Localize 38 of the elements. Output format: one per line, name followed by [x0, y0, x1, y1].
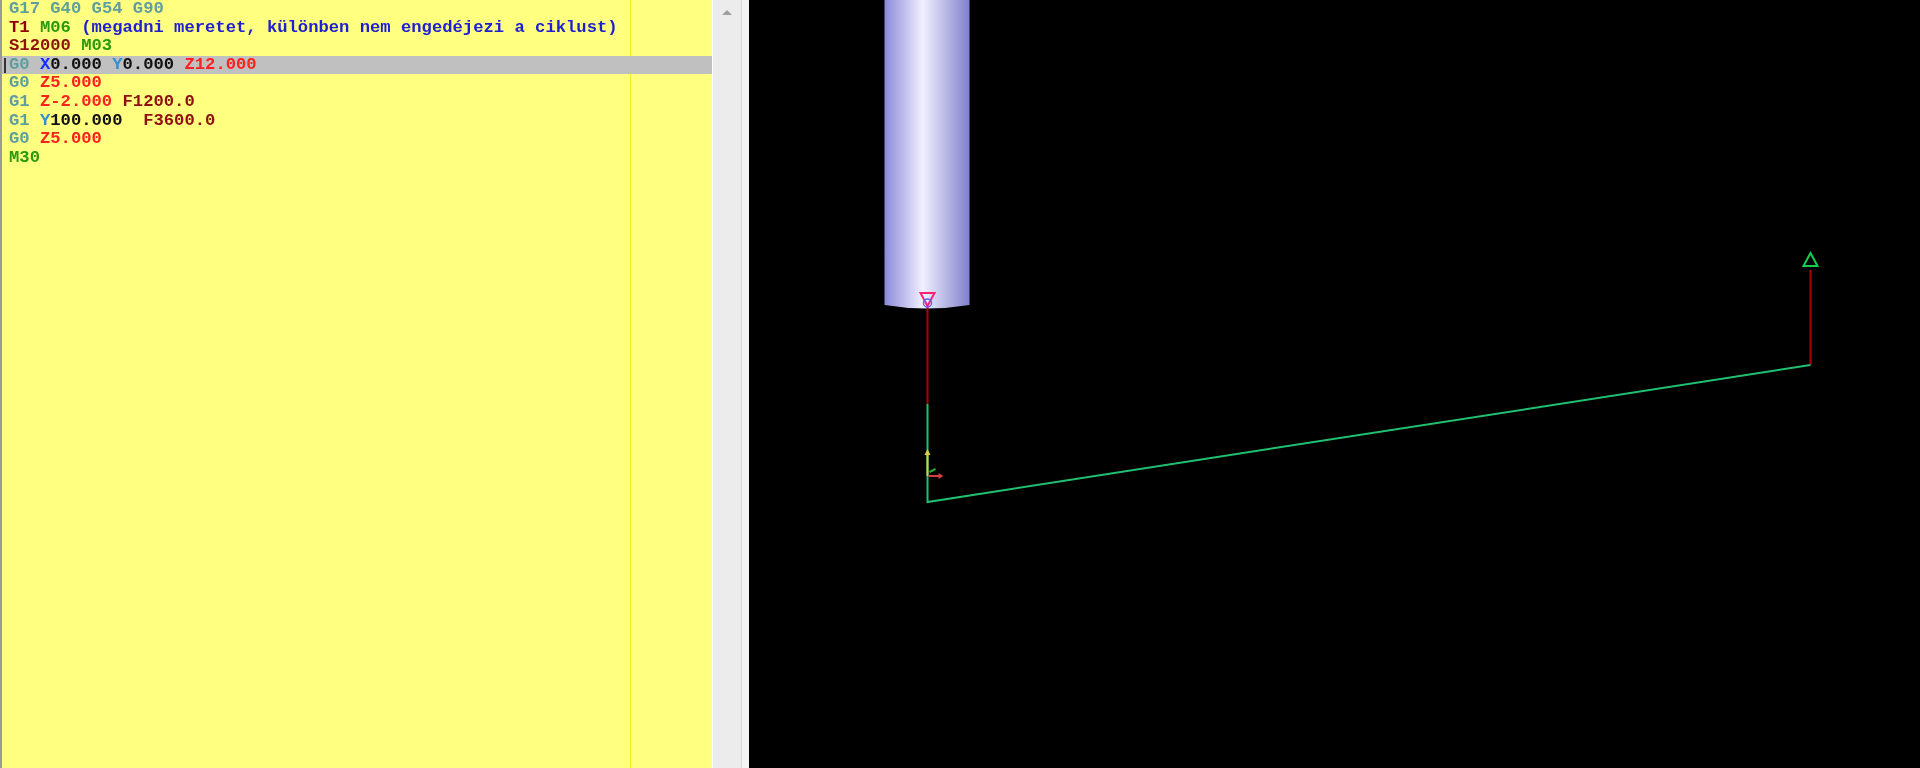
- text-cursor: [4, 57, 6, 73]
- code-token: Y100.000: [39, 110, 124, 130]
- code-token: G1: [9, 91, 30, 111]
- code-token: G54: [91, 0, 123, 18]
- code-token: Y0.000: [112, 54, 175, 74]
- code-line[interactable]: T1 M06 (megadni meretet, különben nem engedéjezi a ciklust): [2, 18, 712, 38]
- code-line[interactable]: G1 Y100.000 F3600.0: [2, 111, 712, 131]
- code-line[interactable]: G0 Z5.000: [2, 130, 712, 149]
- axis-triad-icon: [924, 449, 944, 479]
- panel-splitter[interactable]: [741, 0, 749, 768]
- code-token: Z12.000: [184, 54, 257, 74]
- code-token: T1: [9, 17, 30, 37]
- code-token: M03: [81, 36, 113, 56]
- tool-position-marker: [918, 292, 937, 309]
- code-token: M30: [9, 147, 40, 167]
- end-point-triangle-icon: [1801, 250, 1820, 267]
- code-token: Z5.000: [39, 129, 102, 149]
- code-token: Z5.000: [39, 73, 102, 93]
- code-token: G90: [132, 0, 164, 18]
- code-token: G1: [9, 110, 30, 130]
- code-editor[interactable]: G17 G40 G54 G90 T1 M06 (megadni meretet, különben nem engedéjezi a ciklust) S12000 M03 G0 X0.000 Y0.000 Z12.000 G0 Z5.000 G1 Z-2.000 F1200.0 G1 Y100.000 F3600.0 G0 Z5.000 M30: [0, 0, 712, 768]
- scrollbar[interactable]: [712, 0, 741, 768]
- code-token: (megadni meretet, különben nem engedéjezi a ciklust): [81, 17, 618, 37]
- code-token: F1200.0: [122, 91, 195, 111]
- code-token: G0: [9, 54, 30, 74]
- code-token: F3600.0: [143, 110, 216, 130]
- scroll-up-icon[interactable]: [721, 8, 733, 16]
- code-line[interactable]: S12000 M03: [2, 37, 712, 56]
- code-token: G0: [9, 129, 30, 149]
- code-line[interactable]: G1 Z-2.000 F1200.0: [2, 92, 712, 112]
- code-token: Z-2.000: [39, 91, 113, 111]
- code-token: X0.000: [39, 54, 102, 74]
- code-token: G40: [50, 0, 82, 18]
- code-token: M06: [39, 17, 71, 37]
- code-token: G0: [9, 73, 30, 93]
- code-token: S12000: [9, 36, 71, 56]
- code-token: G17: [9, 0, 40, 18]
- code-line[interactable]: G0 Z5.000: [2, 74, 712, 93]
